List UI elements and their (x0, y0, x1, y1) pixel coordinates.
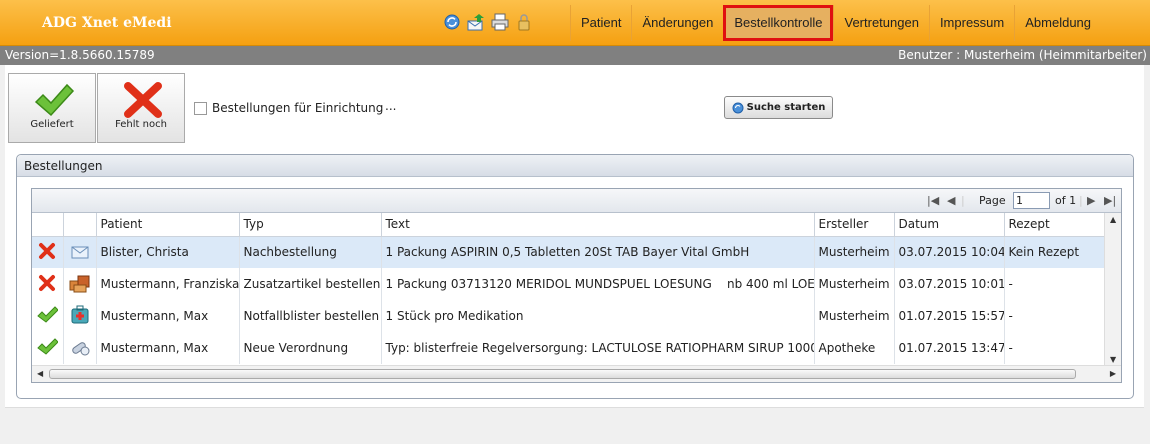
delivered-label: Geliefert (30, 119, 74, 130)
cell-ersteller: Musterheim (814, 236, 895, 268)
first-aid-kit-icon (63, 300, 97, 332)
lock-icon[interactable] (515, 13, 533, 31)
table-header-row: Patient Typ Text Ersteller Datum Rezept (32, 213, 1105, 237)
nav-vertretungen[interactable]: Vertretungen (833, 5, 928, 41)
refresh-icon (732, 102, 744, 113)
facility-select-dots[interactable]: ... (385, 99, 396, 113)
horizontal-scrollbar[interactable]: ◀ ▶ (32, 365, 1121, 382)
app-title: ADG Xnet eMedi (42, 15, 172, 31)
orders-grid: |◀ ◀ | Page 1 of 1 | ▶ ▶| Patient Typ Te… (31, 188, 1122, 383)
col-patient[interactable]: Patient (96, 213, 240, 237)
horizontal-scroll-thumb[interactable] (49, 369, 1076, 379)
table-row[interactable]: Mustermann, Franziska Zusatzartikel best… (32, 268, 1105, 300)
pager: |◀ ◀ | Page 1 of 1 | ▶ ▶| (32, 189, 1121, 213)
cell-typ: Nachbestellung (239, 236, 382, 268)
nav-bestellkontrolle[interactable]: Bestellkontrolle (723, 5, 834, 41)
nav-impressum[interactable]: Impressum (928, 5, 1014, 41)
cell-text: 1 Stück pro Medikation (381, 300, 815, 332)
col-rezept[interactable]: Rezept (1004, 213, 1105, 237)
status-check-icon (32, 300, 64, 332)
status-subbar: Version=1.8.5660.15789 Benutzer : Muster… (0, 46, 1150, 65)
top-header-bar: ADG Xnet eMedi Patient Änderungen Bestel… (0, 0, 1150, 46)
status-check-icon (32, 332, 64, 364)
page-label: Page (979, 194, 1006, 207)
missing-button[interactable]: Fehlt noch (97, 73, 185, 143)
cell-datum: 01.07.2015 13:47 (894, 332, 1005, 364)
scroll-up-icon[interactable]: ▲ (1110, 215, 1116, 224)
page-input[interactable]: 1 (1013, 192, 1050, 209)
status-cross-icon (32, 268, 64, 300)
user-text: Benutzer : Musterheim (Heimmitarbeiter) (898, 48, 1147, 62)
nav-patient[interactable]: Patient (570, 5, 631, 41)
cell-rezept: - (1004, 300, 1105, 332)
cell-typ: Notfallblister bestellen (239, 300, 382, 332)
cell-datum: 01.07.2015 15:57 (894, 300, 1005, 332)
cell-ersteller: Musterheim (814, 268, 895, 300)
check-icon (34, 83, 75, 117)
status-cross-icon (32, 236, 64, 268)
col-ersteller[interactable]: Ersteller (814, 213, 895, 237)
printer-icon[interactable] (491, 13, 509, 31)
search-button[interactable]: Suche starten (724, 96, 833, 119)
cell-datum: 03.07.2015 10:04 (894, 236, 1005, 268)
cell-rezept: Kein Rezept (1004, 236, 1105, 268)
orders-table: Patient Typ Text Ersteller Datum Rezept … (32, 213, 1105, 364)
nav-abmeldung[interactable]: Abmeldung (1014, 5, 1101, 41)
cell-typ: Neue Verordnung (239, 332, 382, 364)
search-button-label: Suche starten (746, 102, 826, 113)
missing-label: Fehlt noch (115, 119, 167, 130)
toolbar-icons (443, 13, 533, 33)
prev-page-icon[interactable]: ◀ (947, 193, 955, 209)
delivered-button[interactable]: Geliefert (8, 73, 96, 143)
cross-icon (124, 82, 162, 118)
cell-ersteller: Musterheim (814, 300, 895, 332)
cell-text: Typ: blisterfreie Regelversorgung: LACTU… (381, 332, 815, 364)
scroll-left-icon[interactable]: ◀ (37, 369, 43, 378)
vertical-scrollbar[interactable]: ▲ ▼ (1104, 213, 1121, 366)
table-row[interactable]: Mustermann, Max Neue Verordnung Typ: bli… (32, 332, 1105, 364)
cell-datum: 03.07.2015 10:01 (894, 268, 1005, 300)
facility-orders-checkbox[interactable] (194, 102, 207, 115)
main-nav: Patient Änderungen Bestellkontrolle Vert… (570, 5, 1101, 41)
cell-patient: Mustermann, Max (96, 300, 240, 332)
envelope-icon (63, 236, 97, 268)
first-page-icon[interactable]: |◀ (927, 193, 939, 209)
cell-text: 1 Packung 03713120 MERIDOL MUNDSPUEL LOE… (381, 268, 815, 300)
cell-typ: Zusatzartikel bestellen (239, 268, 382, 300)
cell-patient: Mustermann, Franziska (96, 268, 240, 300)
orders-panel: Bestellungen |◀ ◀ | Page 1 of 1 | ▶ ▶| P… (16, 154, 1134, 399)
refresh-icon[interactable] (443, 13, 461, 31)
last-page-icon[interactable]: ▶| (1104, 193, 1116, 209)
mail-upload-icon[interactable] (467, 13, 485, 31)
cell-text: 1 Packung ASPIRIN 0,5 Tabletten 20St TAB… (381, 236, 815, 268)
table-row[interactable]: Mustermann, Max Notfallblister bestellen… (32, 300, 1105, 332)
nav-aenderungen[interactable]: Änderungen (631, 5, 723, 41)
scroll-right-icon[interactable]: ▶ (1110, 369, 1116, 378)
col-text[interactable]: Text (381, 213, 815, 237)
panel-title: Bestellungen (17, 155, 1133, 177)
col-typ[interactable]: Typ (239, 213, 382, 237)
col-datum[interactable]: Datum (894, 213, 1005, 237)
main-content: Geliefert Fehlt noch Bestellungen für Ei… (5, 65, 1144, 408)
cell-patient: Mustermann, Max (96, 332, 240, 364)
cell-rezept: - (1004, 332, 1105, 364)
table-row[interactable]: Blister, Christa Nachbestellung 1 Packun… (32, 236, 1105, 268)
scroll-down-icon[interactable]: ▼ (1110, 355, 1116, 364)
cell-ersteller: Apotheke (814, 332, 895, 364)
cell-rezept: - (1004, 268, 1105, 300)
pills-icon (63, 332, 97, 364)
page-of-label: of 1 (1055, 194, 1077, 207)
boxes-icon (63, 268, 97, 300)
next-page-icon[interactable]: ▶ (1087, 193, 1095, 209)
version-text: Version=1.8.5660.15789 (5, 48, 155, 62)
facility-orders-label: Bestellungen für Einrichtung (212, 101, 384, 115)
cell-patient: Blister, Christa (96, 236, 240, 268)
